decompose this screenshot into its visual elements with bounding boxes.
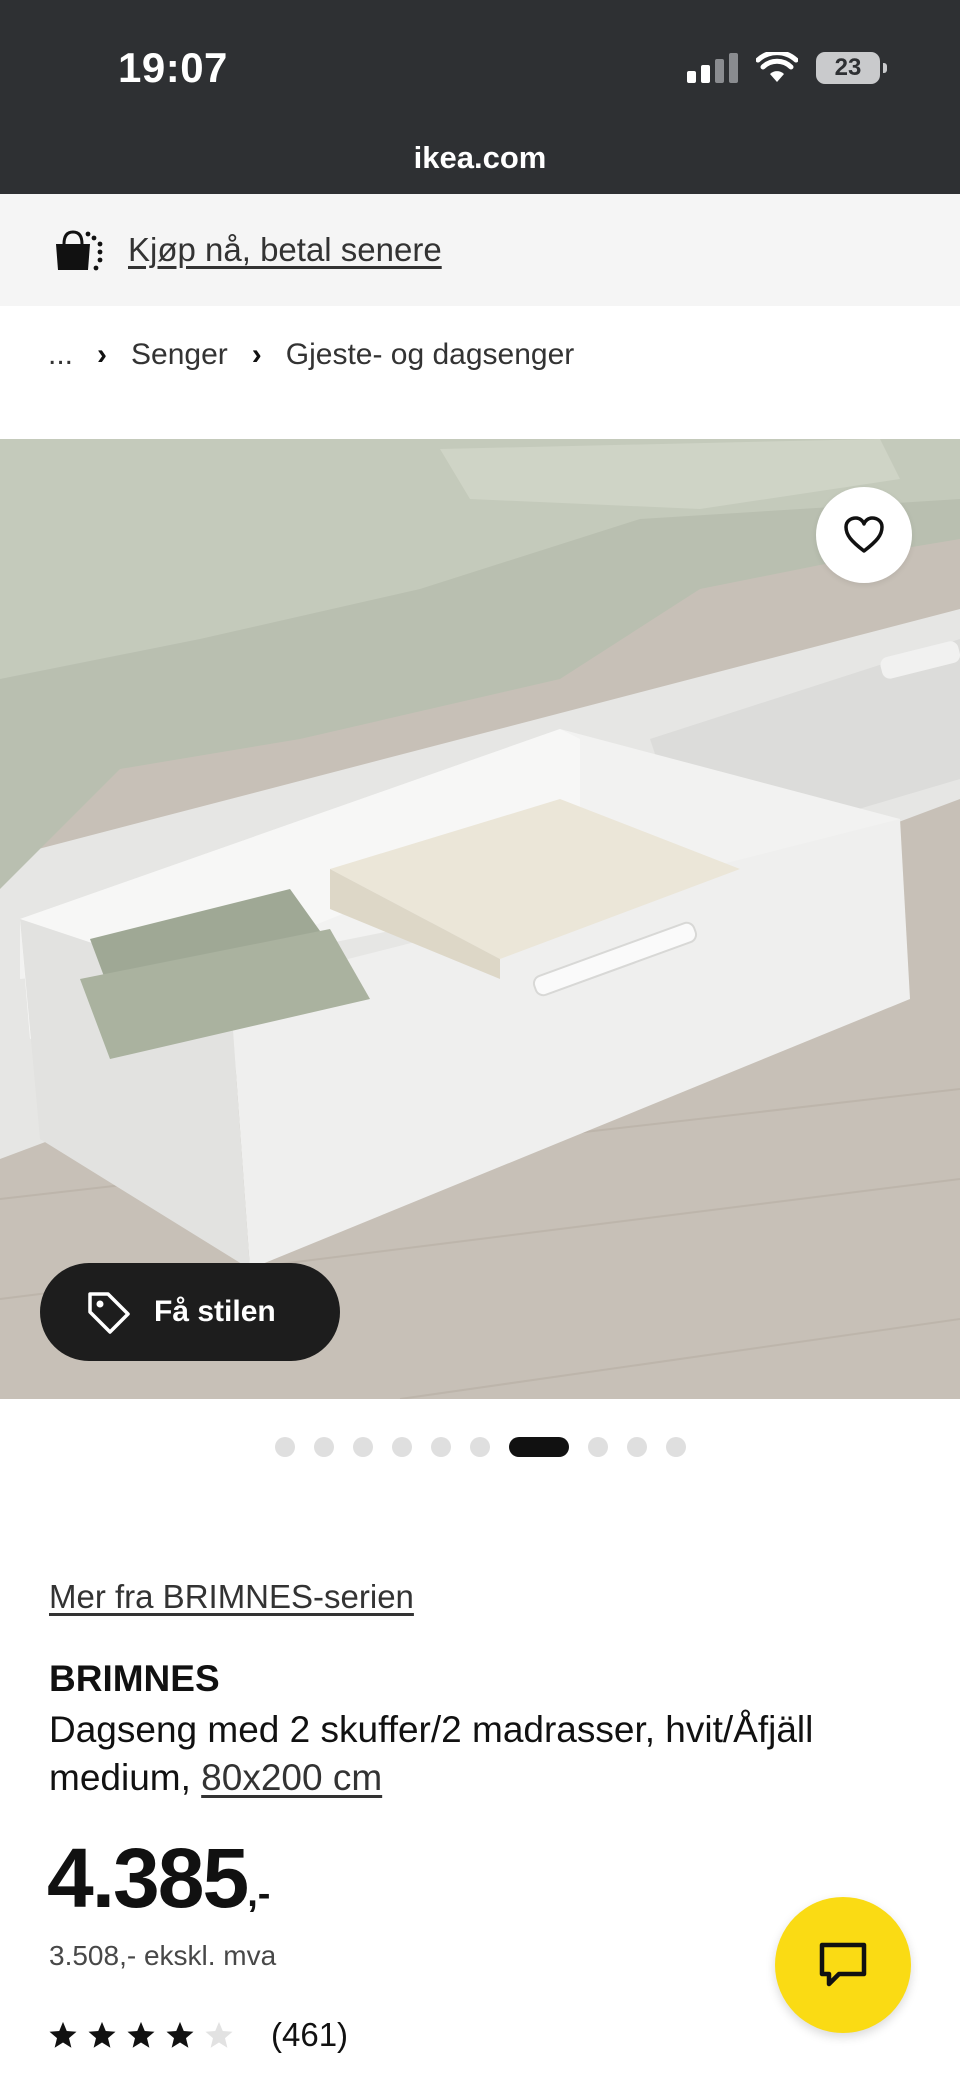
carousel-dot[interactable] bbox=[313, 1437, 334, 1457]
breadcrumb-item-guest-day-beds[interactable]: Gjeste- og dagsenger bbox=[286, 338, 575, 372]
product-image[interactable]: Få stilen bbox=[0, 439, 960, 1399]
shopping-bag-icon bbox=[56, 230, 103, 271]
product-price: 4.385 ,- bbox=[47, 1836, 270, 1920]
carousel-dot[interactable] bbox=[469, 1437, 490, 1457]
status-icons: 23 bbox=[687, 52, 887, 84]
rating-count: (461) bbox=[271, 2016, 349, 2053]
price-excluding-vat: 3.508,- ekskl. mva bbox=[49, 1940, 277, 1971]
carousel-dot[interactable] bbox=[274, 1437, 295, 1457]
carousel-dot[interactable] bbox=[587, 1437, 608, 1457]
cellular-signal-icon bbox=[687, 53, 738, 83]
chat-bubble-icon bbox=[819, 1942, 867, 1987]
product-photo bbox=[0, 439, 960, 1399]
chevron-right-icon: › bbox=[251, 338, 262, 371]
add-to-favourites-button[interactable] bbox=[816, 487, 912, 583]
url-bar[interactable]: ikea.com bbox=[0, 140, 960, 176]
star-filled-icon bbox=[166, 2021, 194, 2048]
heart-icon bbox=[844, 516, 884, 553]
carousel-dot[interactable] bbox=[665, 1437, 686, 1457]
wifi-icon bbox=[756, 52, 798, 82]
status-time: 19:07 bbox=[118, 44, 228, 91]
get-the-style-label: Få stilen bbox=[154, 1295, 276, 1328]
tag-icon bbox=[88, 1292, 130, 1334]
get-the-style-button[interactable]: Få stilen bbox=[40, 1263, 340, 1361]
product-name: BRIMNES bbox=[49, 1658, 220, 1699]
product-rating[interactable]: (461) bbox=[48, 2016, 348, 2054]
buy-now-pay-later-banner[interactable]: Kjøp nå, betal senere bbox=[0, 194, 960, 306]
star-empty-icon bbox=[205, 2021, 233, 2048]
product-description: Dagseng med 2 skuffer/2 madrasser, hvit/… bbox=[49, 1706, 929, 1802]
battery-icon: 23 bbox=[816, 52, 887, 84]
breadcrumb: ... › Senger › Gjeste- og dagsenger bbox=[48, 338, 574, 372]
star-filled-icon bbox=[88, 2021, 116, 2048]
breadcrumb-ellipsis[interactable]: ... bbox=[48, 338, 73, 372]
carousel-dot[interactable] bbox=[352, 1437, 373, 1457]
carousel-indicators bbox=[0, 1437, 960, 1457]
chevron-right-icon: › bbox=[97, 338, 108, 371]
star-filled-icon bbox=[127, 2021, 155, 2048]
browser-top-bar: 19:07 23 ikea.com bbox=[0, 0, 960, 194]
product-description-text: Dagseng med 2 skuffer/2 madrasser, hvit/… bbox=[49, 1709, 814, 1798]
series-link[interactable]: Mer fra BRIMNES-serien bbox=[49, 1578, 414, 1616]
carousel-dot-active[interactable] bbox=[508, 1437, 569, 1457]
buy-now-pay-later-link[interactable]: Kjøp nå, betal senere bbox=[128, 231, 442, 269]
price-suffix: ,- bbox=[247, 1873, 271, 1915]
carousel-dot[interactable] bbox=[391, 1437, 412, 1457]
carousel-dot[interactable] bbox=[430, 1437, 451, 1457]
size-link[interactable]: 80x200 cm bbox=[201, 1757, 382, 1798]
chat-button[interactable] bbox=[775, 1897, 911, 2033]
breadcrumb-item-beds[interactable]: Senger bbox=[131, 338, 228, 372]
price-amount: 4.385 bbox=[47, 1831, 249, 1925]
carousel-dot[interactable] bbox=[626, 1437, 647, 1457]
star-filled-icon bbox=[49, 2021, 77, 2048]
